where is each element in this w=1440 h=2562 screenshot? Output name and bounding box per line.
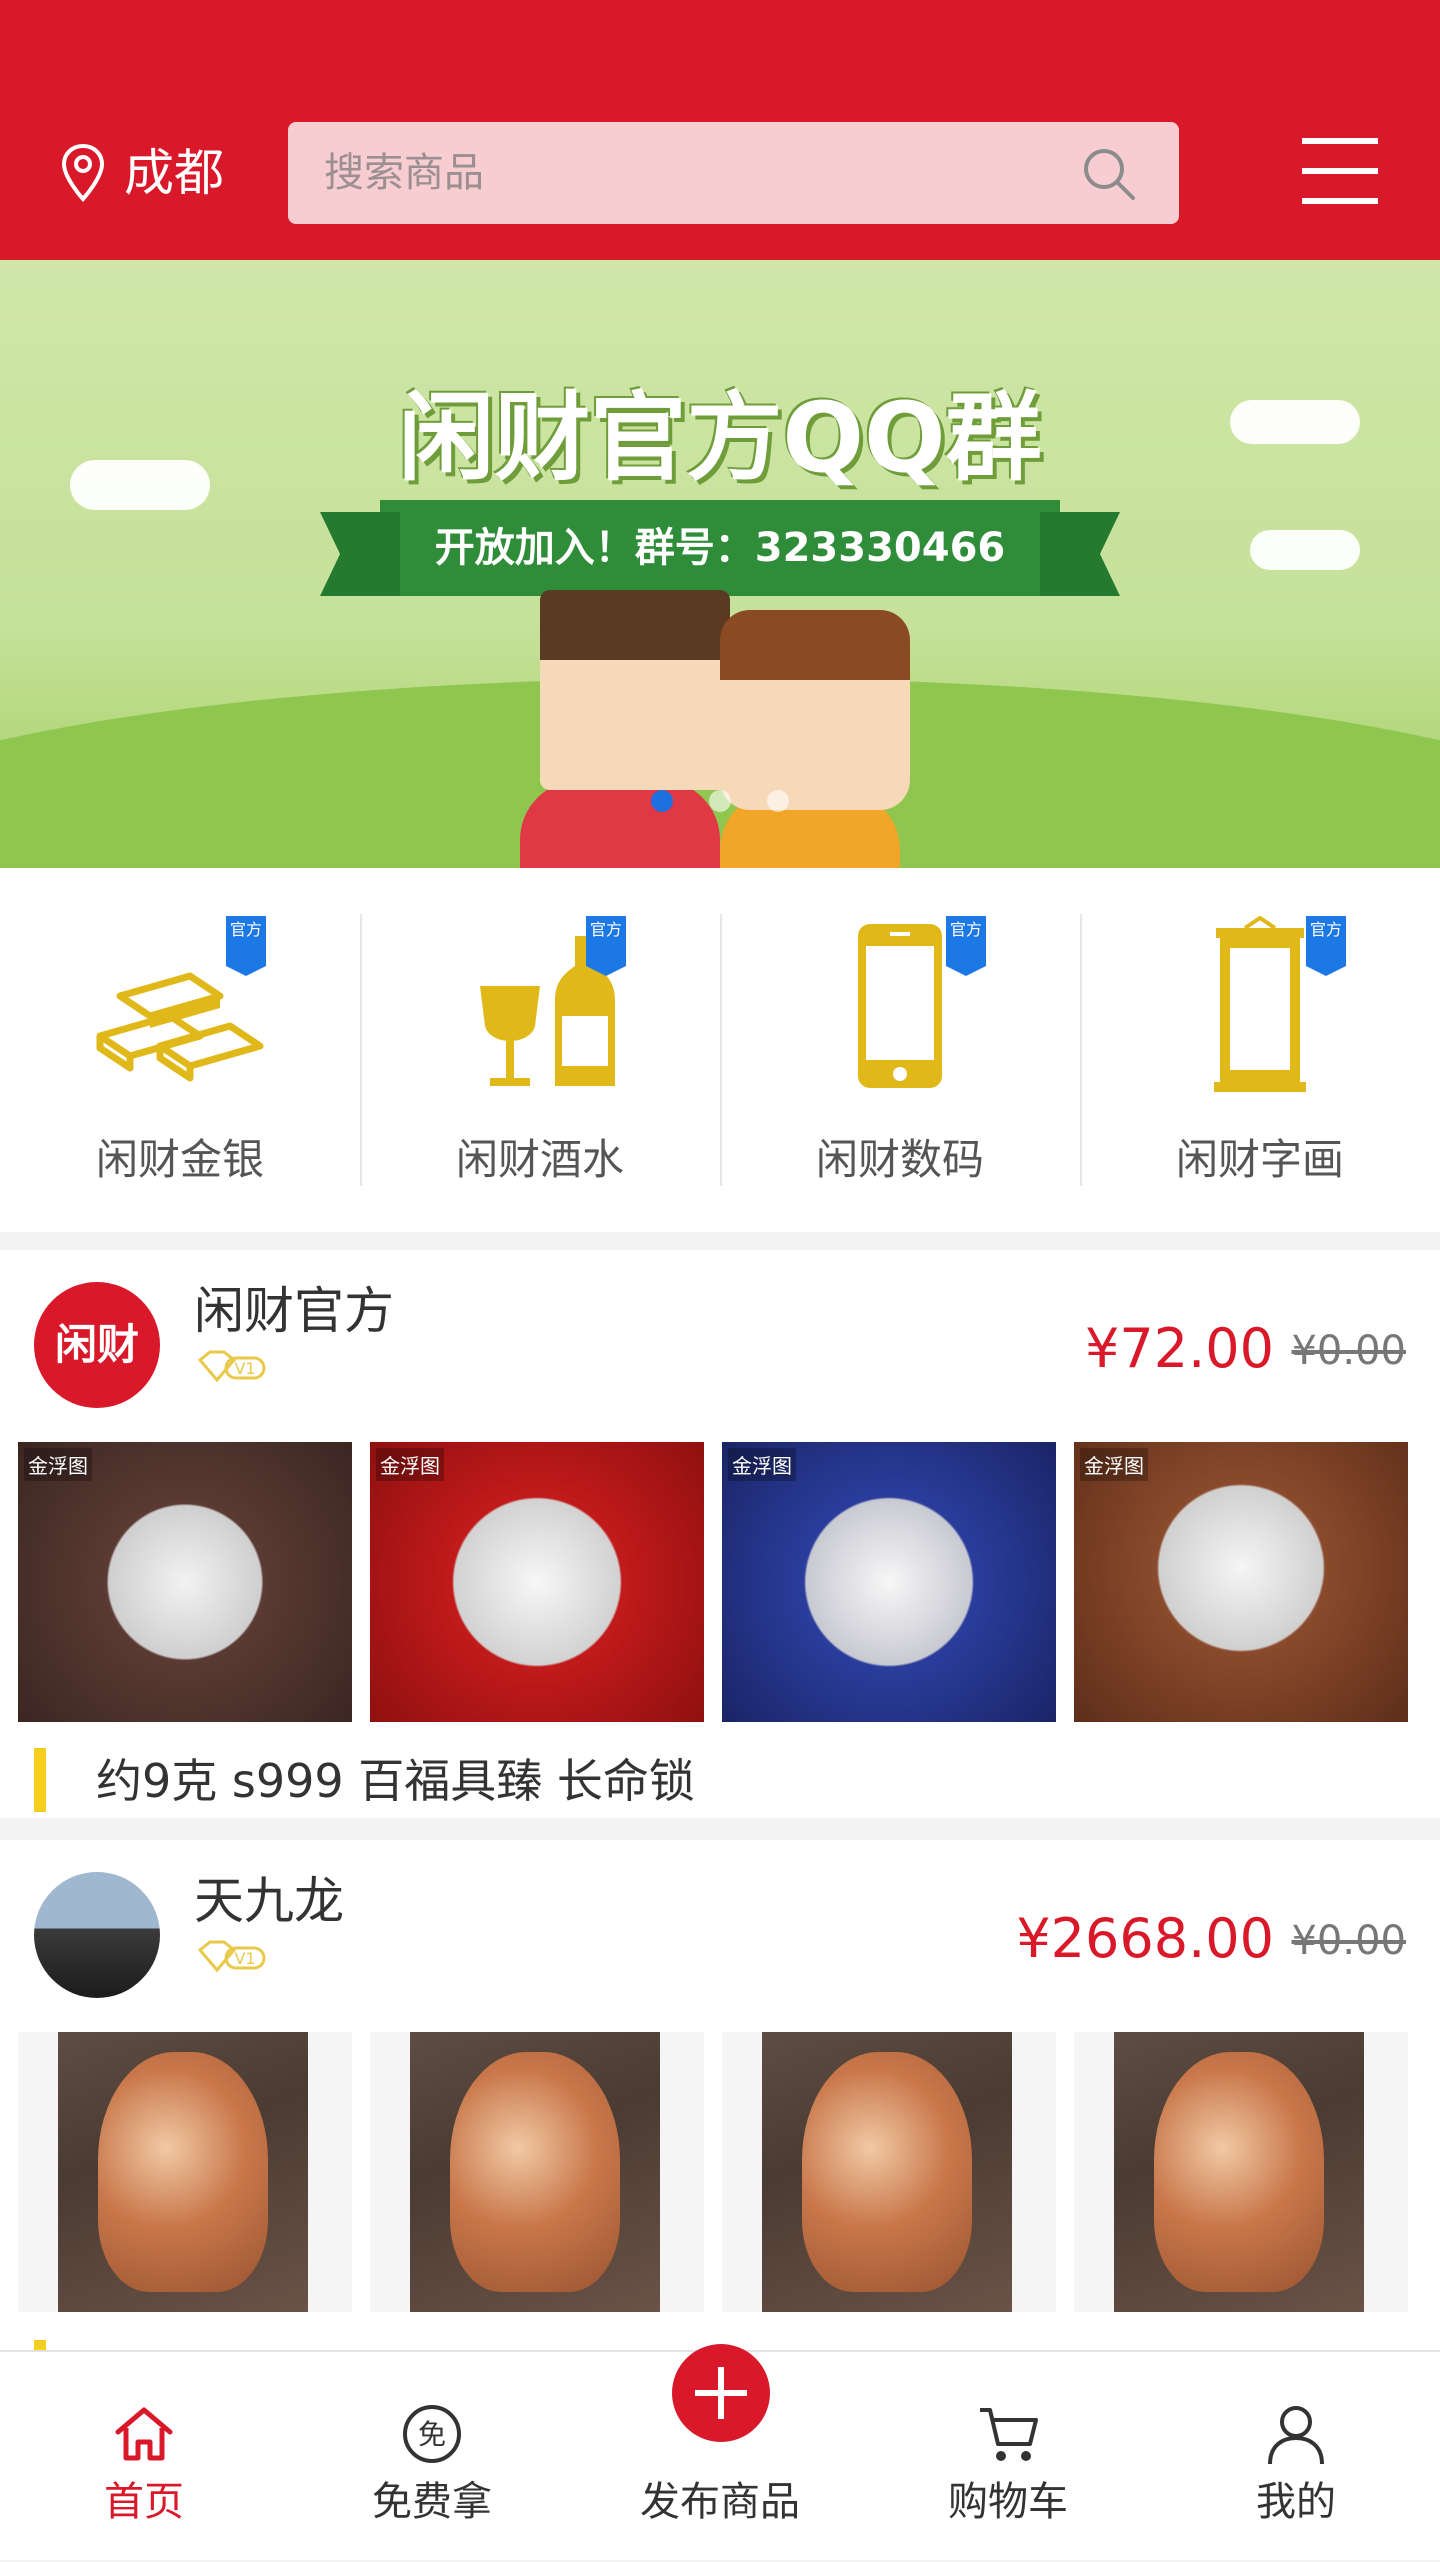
category-wine[interactable]: 官方 闲财酒水 (360, 868, 720, 1232)
product-image[interactable] (722, 2032, 1056, 2312)
product-price: ¥72.00 (1085, 1317, 1274, 1380)
carousel-dot[interactable] (709, 790, 731, 812)
category-digital[interactable]: 官方 闲财数码 (720, 868, 1080, 1232)
user-icon (1268, 2406, 1324, 2465)
bottom-tab-bar: 首页 免 免费拿 发布商品 购物车 我的 (0, 2344, 1440, 2562)
carousel-dot[interactable] (767, 790, 789, 812)
search-input[interactable]: 搜索商品 (288, 122, 1179, 224)
product-price: ¥2668.00 (1016, 1907, 1274, 1970)
free-icon: 免 (403, 2405, 461, 2463)
image-watermark: 金浮图 (376, 1448, 444, 1481)
tab-label: 我的 (1256, 2479, 1336, 2525)
tab-label: 首页 (104, 2479, 184, 2525)
plus-icon (695, 2367, 747, 2419)
product-image[interactable] (18, 2032, 352, 2312)
city-label: 成都 (124, 144, 224, 202)
category-label: 闲财酒水 (455, 1135, 624, 1184)
seller-name[interactable]: 天九龙 (194, 1866, 344, 1936)
cloud-decoration (1250, 530, 1360, 570)
product-card[interactable]: 天九龙 V1 ¥2668.00 ¥0.00 (0, 1840, 1440, 2360)
category-label: 闲财金银 (95, 1135, 264, 1184)
official-badge: 官方 (586, 916, 626, 976)
product-images (18, 2032, 1408, 2312)
category-label: 闲财字画 (1175, 1135, 1344, 1184)
promo-banner[interactable]: 闲财官方QQ群 开放加入！群号：323330466 (0, 260, 1440, 868)
category-label: 闲财数码 (815, 1135, 984, 1184)
product-image[interactable] (370, 2032, 704, 2312)
tab-label: 免费拿 (372, 2479, 492, 2525)
seller-avatar[interactable]: 闲财 (34, 1282, 160, 1408)
image-watermark: 金浮图 (1080, 1448, 1148, 1481)
product-image[interactable]: 金浮图 (18, 1442, 352, 1722)
tab-label: 购物车 (948, 2479, 1068, 2525)
product-original-price: ¥0.00 (1291, 1918, 1406, 1964)
search-placeholder: 搜索商品 (324, 150, 484, 196)
official-badge: 官方 (946, 916, 986, 976)
seller-avatar[interactable] (34, 1872, 160, 1998)
banner-title: 闲财官方QQ群 (398, 382, 1042, 494)
level-text: V1 (234, 1949, 255, 1968)
home-icon (115, 2407, 173, 2461)
tab-home[interactable]: 首页 (0, 2352, 288, 2562)
tab-label: 发布商品 (640, 2479, 800, 2525)
product-images: 金浮图 金浮图 金浮图 金浮图 (18, 1442, 1408, 1722)
wood-carving-image (762, 2032, 1012, 2312)
publish-button[interactable] (672, 2344, 770, 2442)
category-row: 官方 闲财金银 官方 闲财酒水 官方 闲财数码 官方 闲财字画 (0, 868, 1440, 1232)
seller-name[interactable]: 闲财官方 (194, 1276, 394, 1346)
location-pin-icon (61, 143, 105, 202)
search-icon[interactable] (1079, 144, 1139, 204)
product-image[interactable]: 金浮图 (1074, 1442, 1408, 1722)
wood-carving-image (58, 2032, 308, 2312)
menu-icon[interactable] (1300, 136, 1380, 206)
category-painting[interactable]: 官方 闲财字画 (1080, 868, 1440, 1232)
vip-level-icon: V1 (197, 1350, 266, 1383)
location-selector[interactable]: 成都 (60, 138, 224, 208)
vip-level-icon: V1 (197, 1940, 266, 1973)
tab-free[interactable]: 免 免费拿 (288, 2352, 576, 2562)
character-face (720, 610, 910, 810)
carousel-indicator (0, 790, 1440, 812)
carousel-dot[interactable] (651, 790, 673, 812)
tab-profile[interactable]: 我的 (1152, 2352, 1440, 2562)
tab-cart[interactable]: 购物车 (864, 2352, 1152, 2562)
character-face (540, 590, 730, 790)
product-original-price: ¥0.00 (1291, 1328, 1406, 1374)
official-badge: 官方 (226, 916, 266, 976)
banner-ribbon: 开放加入！群号：323330466 (320, 500, 1120, 596)
product-image[interactable]: 金浮图 (370, 1442, 704, 1722)
cart-icon (980, 2408, 1038, 2461)
svg-text:免: 免 (418, 2418, 446, 2451)
level-text: V1 (234, 1359, 255, 1378)
image-watermark: 金浮图 (24, 1448, 92, 1481)
product-image[interactable]: 金浮图 (722, 1442, 1056, 1722)
category-gold-silver[interactable]: 官方 闲财金银 (0, 868, 360, 1232)
wood-carving-image (1114, 2032, 1364, 2312)
top-bar: 成都 搜索商品 (0, 0, 1440, 260)
product-image[interactable] (1074, 2032, 1408, 2312)
product-card[interactable]: 闲财 闲财官方 V1 ¥72.00 ¥0.00 金浮图 金浮图 金浮图 金浮图 … (0, 1250, 1440, 1818)
image-watermark: 金浮图 (728, 1448, 796, 1481)
product-title[interactable]: 约9克 s999 百福具臻 长命锁 (34, 1748, 695, 1812)
wood-carving-image (410, 2032, 660, 2312)
official-badge: 官方 (1306, 916, 1346, 976)
